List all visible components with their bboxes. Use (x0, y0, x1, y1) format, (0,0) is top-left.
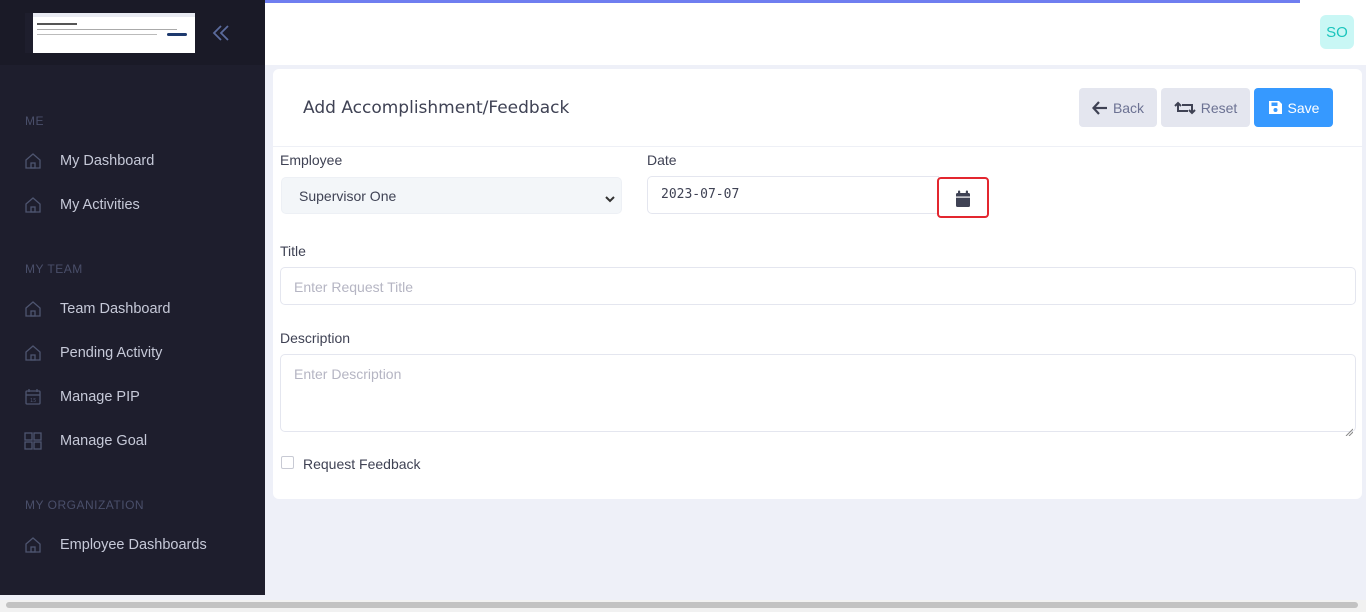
date-label: Date (647, 152, 677, 168)
horizontal-scrollbar[interactable] (0, 600, 1366, 612)
form-card: Add Accomplishment/Feedback Back Reset S… (273, 69, 1362, 499)
description-textarea[interactable]: Enter Description (280, 354, 1356, 437)
title-label: Title (280, 243, 306, 259)
sidebar: ME My Dashboard My Activities MY TEAM Te… (0, 0, 265, 595)
double-chevron-left-icon[interactable] (210, 22, 232, 44)
svg-text:15: 15 (30, 398, 36, 404)
scrollbar-thumb[interactable] (6, 602, 1358, 608)
save-button[interactable]: Save (1254, 88, 1333, 127)
date-input-value: 2023-07-07 (661, 187, 740, 202)
sidebar-item-team-dashboard[interactable]: Team Dashboard (0, 289, 265, 329)
sidebar-item-label: My Activities (60, 197, 140, 213)
sidebar-item-manage-pip[interactable]: 15 Manage PIP (0, 377, 265, 417)
avatar[interactable]: SO (1320, 15, 1354, 49)
home-icon (24, 344, 42, 362)
calendar-button[interactable] (937, 177, 989, 218)
reset-button-label: Reset (1200, 99, 1238, 116)
header-divider (273, 146, 1362, 147)
sidebar-item-my-activities[interactable]: My Activities (0, 185, 265, 225)
sidebar-brand (0, 0, 265, 65)
retweet-icon (1173, 101, 1196, 114)
section-title-me: ME (25, 114, 44, 128)
grid-icon (24, 432, 42, 450)
sidebar-item-label: Pending Activity (60, 345, 163, 361)
employee-label: Employee (280, 152, 343, 168)
employee-select-value: Supervisor One (299, 188, 397, 204)
calendar-icon: 15 (24, 388, 42, 406)
sidebar-item-employee-dashboards[interactable]: Employee Dashboards (0, 525, 265, 565)
section-title-my-organization: MY ORGANIZATION (25, 498, 145, 512)
title-input[interactable]: Enter Request Title (280, 267, 1356, 305)
page-title: Add Accomplishment/Feedback (303, 98, 570, 118)
logo-thumbnail[interactable] (25, 13, 195, 53)
back-button[interactable]: Back (1079, 88, 1157, 127)
description-placeholder: Enter Description (294, 366, 402, 382)
employee-select[interactable]: Supervisor One (281, 177, 622, 214)
sidebar-item-my-dashboard[interactable]: My Dashboard (0, 141, 265, 181)
request-feedback-label: Request Feedback (303, 456, 421, 472)
description-label: Description (280, 330, 351, 346)
sidebar-item-label: Manage PIP (60, 389, 140, 405)
page-progress-bar (265, 0, 1300, 3)
top-header: SO (265, 0, 1366, 65)
date-input[interactable]: 2023-07-07 (647, 176, 939, 214)
sidebar-item-label: Team Dashboard (60, 301, 171, 317)
reset-button[interactable]: Reset (1161, 88, 1250, 127)
request-feedback-checkbox[interactable] (281, 456, 294, 469)
floppy-disk-icon (1268, 101, 1282, 114)
home-icon (24, 196, 42, 214)
home-icon (24, 536, 42, 554)
resize-handle-icon[interactable] (1345, 421, 1354, 437)
calendar-icon (956, 190, 970, 207)
sidebar-item-label: My Dashboard (60, 153, 155, 169)
sidebar-item-pending-activity[interactable]: Pending Activity (0, 333, 265, 373)
save-button-label: Save (1287, 99, 1320, 116)
home-icon (24, 152, 42, 170)
section-title-my-team: MY TEAM (25, 262, 83, 276)
back-button-label: Back (1112, 99, 1145, 116)
sidebar-item-manage-goal[interactable]: Manage Goal (0, 421, 265, 461)
sidebar-item-label: Employee Dashboards (60, 537, 207, 553)
arrow-left-icon (1091, 100, 1107, 115)
chevron-down-icon (604, 190, 616, 203)
home-icon (24, 300, 42, 318)
title-input-placeholder: Enter Request Title (294, 279, 414, 295)
sidebar-item-label: Manage Goal (60, 433, 148, 449)
